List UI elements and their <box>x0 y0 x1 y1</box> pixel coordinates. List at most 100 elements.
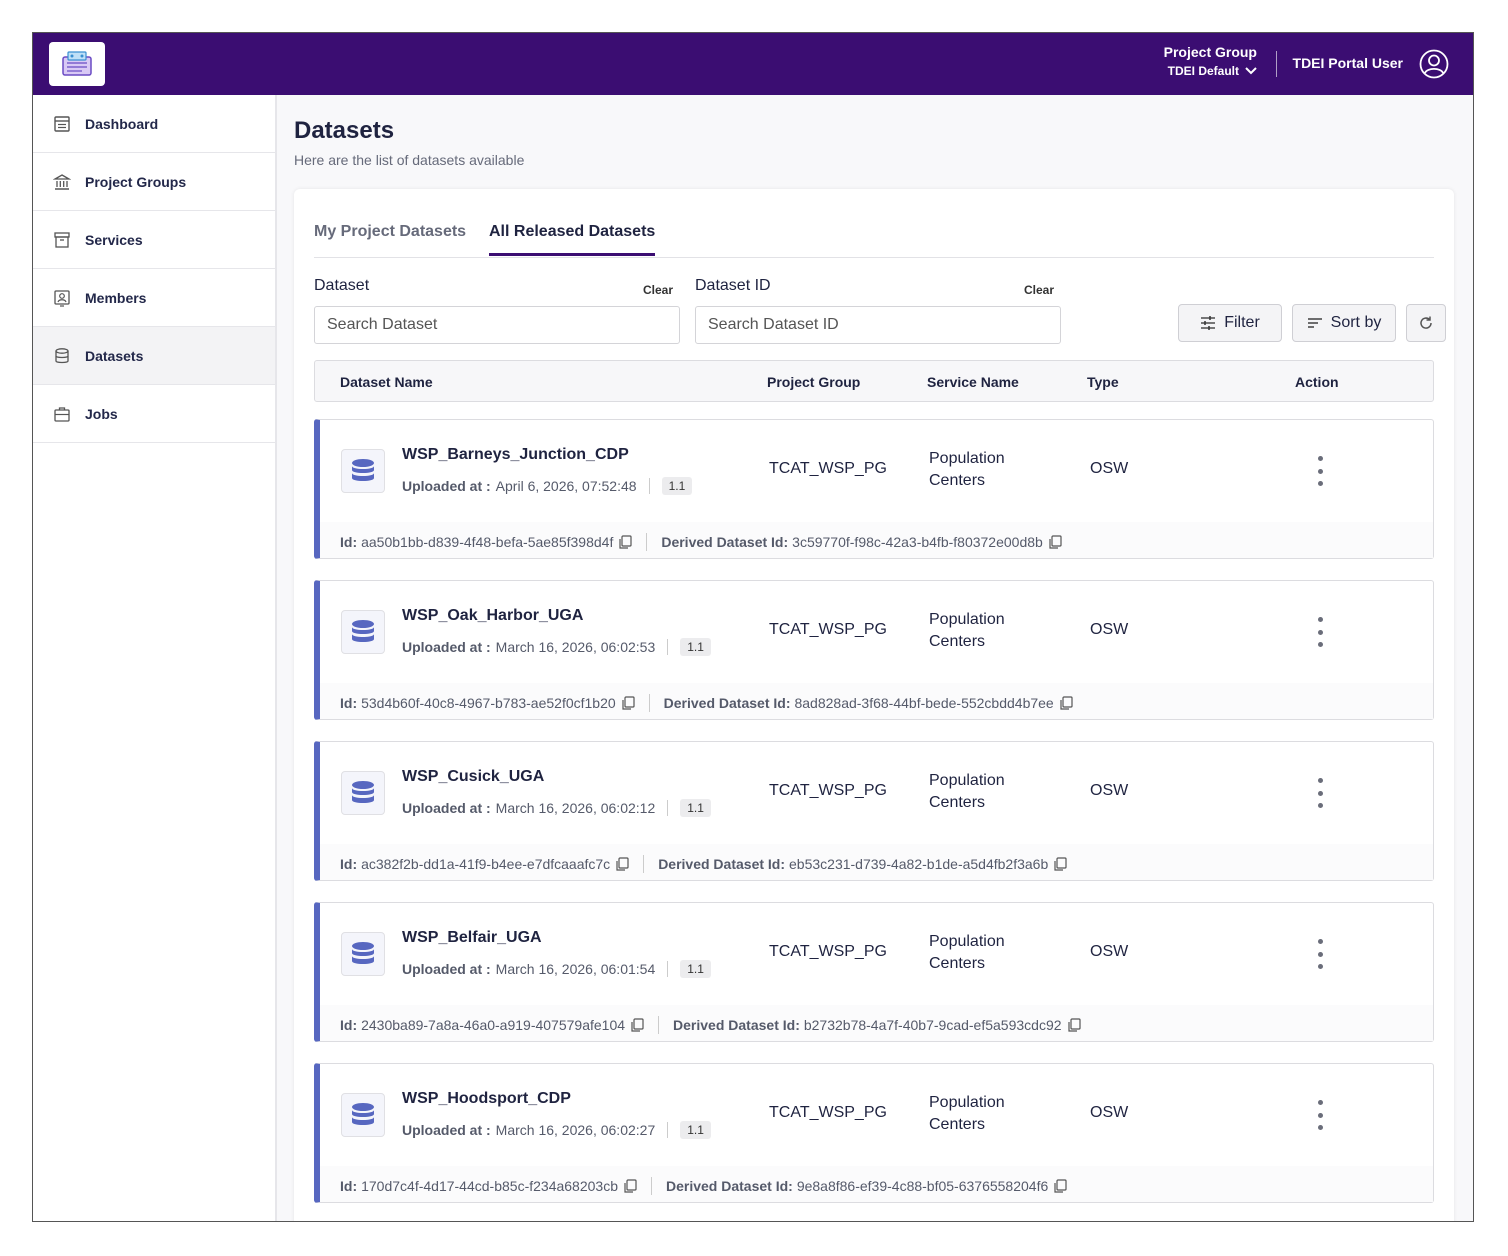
uploaded-at-value: April 6, 2026, 07:52:48 <box>495 478 637 494</box>
dataset-upload-info: Uploaded at : March 16, 2026, 06:02:12 1… <box>402 799 711 817</box>
dataset-name[interactable]: WSP_Cusick_UGA <box>402 768 544 786</box>
column-header-action: Action <box>1295 374 1339 390</box>
derived-id-label: Derived Dataset Id: <box>658 856 786 872</box>
dataset-clear-button[interactable]: Clear <box>643 283 673 297</box>
dataset-row[interactable]: WSP_Belfair_UGA Uploaded at : March 16, … <box>314 902 1434 1042</box>
version-badge: 1.1 <box>680 1121 711 1139</box>
more-actions-icon[interactable] <box>1310 617 1330 647</box>
sidebar-item-services[interactable]: Services <box>33 211 275 269</box>
divider <box>667 1122 669 1138</box>
divider <box>643 855 645 873</box>
datasets-card: My Project Datasets All Released Dataset… <box>294 189 1454 1221</box>
service-name-cell: Population Centers <box>929 1092 1005 1136</box>
service-name-line: Population <box>929 933 1005 950</box>
copy-icon[interactable] <box>630 1018 644 1032</box>
sidebar: Dashboard Project Groups Services Member… <box>33 95 277 1221</box>
dataset-filter-label: Dataset <box>314 277 370 294</box>
dataset-row-main: WSP_Belfair_UGA Uploaded at : March 16, … <box>320 903 1433 1006</box>
copy-icon[interactable] <box>623 1179 637 1193</box>
dataset-name[interactable]: WSP_Belfair_UGA <box>402 929 542 947</box>
sidebar-item-label: Members <box>85 289 147 306</box>
uploaded-at-value: March 16, 2026, 06:01:54 <box>495 961 656 977</box>
project-group-value: TDEI Default <box>1167 64 1239 78</box>
dataset-id-value: ac382f2b-dd1a-41f9-b4ee-e7dfcaaafc7c <box>361 856 611 872</box>
id-label: Id: <box>340 1017 358 1033</box>
sidebar-item-jobs[interactable]: Jobs <box>33 385 275 443</box>
dataset-row[interactable]: WSP_Oak_Harbor_UGA Uploaded at : March 1… <box>314 580 1434 720</box>
dataset-row-main: WSP_Hoodsport_CDP Uploaded at : March 16… <box>320 1064 1433 1167</box>
derived-id-label: Derived Dataset Id: <box>665 1178 793 1194</box>
page-subtitle: Here are the list of datasets available <box>294 152 525 168</box>
project-group-cell: TCAT_WSP_PG <box>769 782 887 799</box>
dataset-row-ids: Id: ac382f2b-dd1a-41f9-b4ee-e7dfcaaafc7c… <box>320 844 1433 880</box>
main-content: Datasets Here are the list of datasets a… <box>277 95 1473 1221</box>
divider <box>658 1016 660 1034</box>
filter-label: Filter <box>1224 314 1260 331</box>
filter-button[interactable]: Filter <box>1178 304 1282 342</box>
project-group-cell: TCAT_WSP_PG <box>769 943 887 960</box>
dataset-row[interactable]: WSP_Hoodsport_CDP Uploaded at : March 16… <box>314 1063 1434 1203</box>
service-name-cell: Population Centers <box>929 609 1005 653</box>
dataset-upload-info: Uploaded at : March 16, 2026, 06:01:54 1… <box>402 960 711 978</box>
dataset-name[interactable]: WSP_Oak_Harbor_UGA <box>402 607 583 625</box>
copy-icon[interactable] <box>1048 535 1062 549</box>
derived-dataset-id-value: 9e8a8f86-ef39-4c88-bf05-6376558204f6 <box>796 1178 1049 1194</box>
service-name-line: Population <box>929 772 1005 789</box>
more-actions-icon[interactable] <box>1310 939 1330 969</box>
service-name-line: Centers <box>929 955 986 972</box>
copy-icon[interactable] <box>615 857 629 871</box>
sort-by-button[interactable]: Sort by <box>1292 304 1396 342</box>
database-icon <box>341 449 385 493</box>
briefcase-icon <box>53 405 71 423</box>
copy-icon[interactable] <box>621 696 635 710</box>
more-actions-icon[interactable] <box>1310 778 1330 808</box>
sidebar-item-dashboard[interactable]: Dashboard <box>33 95 275 153</box>
divider <box>646 533 648 551</box>
database-icon <box>53 347 71 365</box>
more-actions-icon[interactable] <box>1310 456 1330 486</box>
dataset-id-clear-button[interactable]: Clear <box>1024 283 1054 297</box>
dataset-row[interactable]: WSP_Cusick_UGA Uploaded at : March 16, 2… <box>314 741 1434 881</box>
user-name[interactable]: TDEI Portal User <box>1293 55 1403 71</box>
version-badge: 1.1 <box>680 960 711 978</box>
project-group-label: Project Group <box>1163 44 1257 60</box>
more-actions-icon[interactable] <box>1310 1100 1330 1130</box>
copy-icon[interactable] <box>1053 857 1067 871</box>
divider <box>650 1177 652 1195</box>
type-cell: OSW <box>1090 1104 1129 1121</box>
project-group-cell: TCAT_WSP_PG <box>769 621 887 638</box>
refresh-button[interactable] <box>1406 304 1446 342</box>
column-header-dataset-name: Dataset Name <box>340 374 433 390</box>
sidebar-item-members[interactable]: Members <box>33 269 275 327</box>
table-header: Dataset Name Project Group Service Name … <box>314 360 1434 402</box>
project-group-cell: TCAT_WSP_PG <box>769 460 887 477</box>
derived-id-label: Derived Dataset Id: <box>673 1017 800 1033</box>
copy-icon[interactable] <box>1053 1179 1067 1193</box>
copy-icon[interactable] <box>618 535 632 549</box>
dataset-row[interactable]: WSP_Barneys_Junction_CDP Uploaded at : A… <box>314 419 1434 559</box>
service-name-line: Centers <box>929 1116 986 1133</box>
dataset-name[interactable]: WSP_Hoodsport_CDP <box>402 1090 571 1108</box>
derived-dataset-id-value: b2732b78-4a7f-40b7-9cad-ef5a593cdc92 <box>803 1017 1062 1033</box>
tab-all-released-datasets[interactable]: All Released Datasets <box>489 223 656 256</box>
chevron-down-icon <box>1245 64 1257 78</box>
sidebar-item-project-groups[interactable]: Project Groups <box>33 153 275 211</box>
sidebar-item-datasets[interactable]: Datasets <box>33 327 275 385</box>
project-group-selector[interactable]: Project Group TDEI Default <box>1164 44 1257 78</box>
tab-my-project-datasets[interactable]: My Project Datasets <box>314 223 466 253</box>
sort-label: Sort by <box>1330 314 1382 331</box>
copy-icon[interactable] <box>1059 696 1073 710</box>
dataset-name[interactable]: WSP_Barneys_Junction_CDP <box>402 446 629 464</box>
dataset-id-value: 2430ba89-7a8a-46a0-a919-407579afe104 <box>361 1017 626 1033</box>
uploaded-at-label: Uploaded at : <box>402 961 491 977</box>
user-avatar-icon[interactable] <box>1419 49 1449 79</box>
app-logo[interactable] <box>49 42 105 86</box>
uploaded-at-label: Uploaded at : <box>402 800 491 816</box>
dataset-search-input[interactable] <box>314 306 680 344</box>
dashboard-icon <box>53 115 71 133</box>
divider <box>648 694 650 712</box>
dataset-row-ids: Id: aa50b1bb-d839-4f48-befa-5ae85f398d4f… <box>320 522 1433 558</box>
dataset-id-search-input[interactable] <box>695 306 1061 344</box>
copy-icon[interactable] <box>1067 1018 1081 1032</box>
uploaded-at-value: March 16, 2026, 06:02:27 <box>495 1122 656 1138</box>
